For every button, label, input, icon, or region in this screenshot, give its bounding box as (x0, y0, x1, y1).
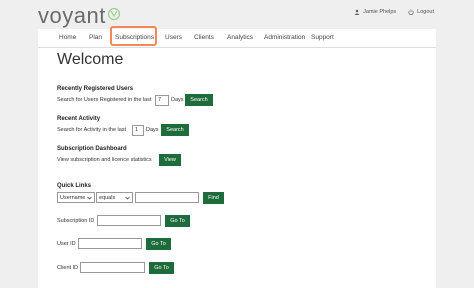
registered-days-input[interactable]: 7 (155, 95, 169, 106)
subscription-goto-button[interactable]: Go To (165, 215, 190, 227)
page-title: Welcome (57, 51, 124, 68)
chevron-down-icon (125, 196, 130, 199)
operator-select-value: equals (99, 194, 116, 201)
view-button[interactable]: View (159, 154, 181, 166)
client-id-input[interactable] (80, 262, 145, 273)
field-select[interactable]: Username (57, 192, 95, 203)
nav-plan[interactable]: Plan (89, 34, 102, 41)
voyant-logo: voyant (38, 3, 106, 28)
logout-link[interactable]: Logout (417, 9, 434, 15)
recent-registered-heading: Recently Registered Users (57, 86, 134, 92)
highlight-box (110, 26, 157, 46)
field-select-value: Username (60, 194, 86, 201)
nav-clients[interactable]: Clients (194, 34, 214, 41)
username[interactable]: Jamie Phelps (363, 9, 396, 15)
nav-home[interactable]: Home (59, 34, 76, 41)
subscription-id-label: Subscription ID (57, 218, 95, 224)
quick-links-heading: Quick Links (57, 183, 92, 189)
registered-days-unit: Days (171, 97, 184, 103)
activity-days-input[interactable]: 1 (132, 125, 144, 136)
nav-analytics[interactable]: Analytics (227, 34, 253, 41)
chevron-down-icon (87, 196, 92, 199)
client-goto-button[interactable]: Go To (149, 262, 174, 274)
find-button[interactable]: Find (203, 192, 224, 204)
user-id-label: User ID (57, 241, 76, 247)
user-goto-button[interactable]: Go To (146, 238, 171, 250)
user-id-input[interactable] (78, 238, 142, 249)
nav-support[interactable]: Support (311, 34, 334, 41)
recent-activity-text: Search for Activity in the last (57, 127, 127, 133)
recent-registered-text: Search for Users Registered in the last (57, 97, 152, 103)
activity-days-unit: Days (146, 127, 159, 133)
main-panel: Home Plan Subscriptions Users Clients An… (38, 26, 436, 288)
logo-mark-icon (107, 7, 121, 21)
registered-search-button[interactable]: Search (185, 94, 213, 106)
subscription-id-input[interactable] (97, 215, 161, 226)
operator-select[interactable]: equals (96, 192, 133, 203)
user-icon (354, 9, 360, 15)
subscription-dashboard-text: View subscription and licence statistics (57, 157, 152, 163)
power-icon (408, 9, 414, 15)
user-area: Jamie Phelps Logout (354, 9, 434, 15)
nav-administration[interactable]: Administration (264, 34, 305, 41)
recent-activity-heading: Recent Activity (57, 116, 101, 122)
activity-search-button[interactable]: Search (161, 124, 189, 136)
nav-users[interactable]: Users (165, 34, 182, 41)
quick-link-search-input[interactable] (135, 192, 199, 203)
subscription-dashboard-heading: Subscription Dashboard (57, 146, 127, 152)
main-nav: Home Plan Subscriptions Users Clients An… (38, 26, 436, 48)
client-id-label: Client ID (57, 265, 79, 271)
